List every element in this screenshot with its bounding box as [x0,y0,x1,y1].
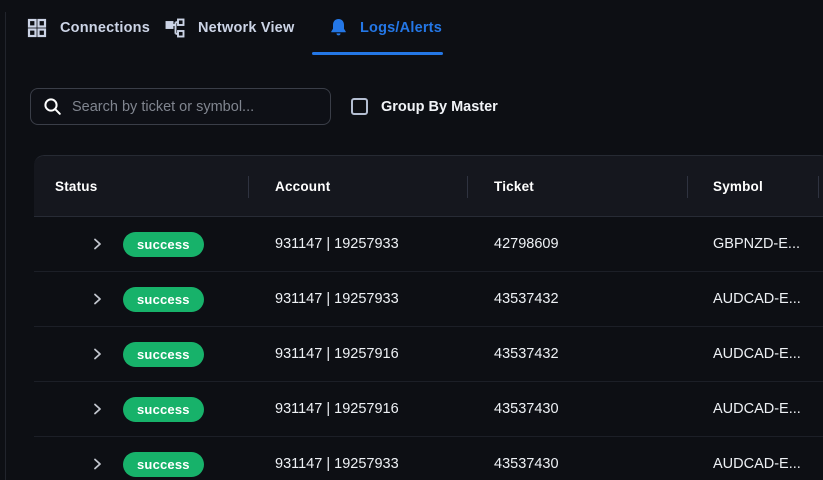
expand-row-chevron-icon[interactable] [90,402,104,416]
expand-row-chevron-icon[interactable] [90,237,104,251]
status-badge: success [123,451,204,477]
group-by-master-checkbox[interactable] [351,98,368,115]
tab-connections[interactable]: Connections [27,18,150,38]
ticket-cell: 43537430 [494,401,559,417]
account-cell: 931147 | 19257933 [275,456,399,472]
account-cell: 931147 | 19257916 [275,401,399,417]
status-badge: success [123,396,204,422]
table-row[interactable]: success 931147 | 19257933 43537432 AUDCA… [34,272,823,327]
column-header-symbol: Symbol [687,156,818,216]
table-row[interactable]: success 931147 | 19257933 42798609 GBPNZ… [34,217,823,272]
symbol-cell: AUDCAD-E... [713,346,801,362]
group-by-master-label: Group By Master [381,98,498,115]
tab-network-view[interactable]: Network View [165,18,294,38]
tab-connections-label: Connections [60,20,151,36]
column-header-ticket: Ticket [467,156,687,216]
status-badge: success [123,231,204,257]
bell-icon [330,18,347,37]
expand-row-chevron-icon[interactable] [90,292,104,306]
account-cell: 931147 | 19257933 [275,236,399,252]
table-row[interactable]: success 931147 | 19257933 43537430 AUDCA… [34,437,823,480]
symbol-cell: AUDCAD-E... [713,401,801,417]
active-tab-underline [312,52,443,55]
table-row[interactable]: success 931147 | 19257916 43537432 AUDCA… [34,327,823,382]
symbol-cell: GBPNZD-E... [713,236,801,252]
status-cell: success [34,382,248,436]
tab-logs-alerts[interactable]: Logs/Alerts [330,18,442,37]
account-cell: 931147 | 19257933 [275,291,399,307]
ticket-cell: 43537430 [494,456,559,472]
status-cell: success [34,437,248,480]
status-badge: success [123,341,204,367]
table-header: Status Account Ticket Symbol [34,155,823,217]
status-cell: success [34,217,248,271]
symbol-cell: AUDCAD-E... [713,291,801,307]
table-row[interactable]: success 931147 | 19257916 43537430 AUDCA… [34,382,823,437]
search-input[interactable] [72,98,318,115]
ticket-cell: 42798609 [494,236,559,252]
logs-table: Status Account Ticket Symbol success 931… [34,155,823,480]
expand-row-chevron-icon[interactable] [90,347,104,361]
search-box[interactable] [30,88,331,125]
column-header-overflow [818,156,823,216]
group-by-master-toggle[interactable]: Group By Master [351,98,498,115]
column-header-account: Account [248,156,467,216]
status-cell: success [34,327,248,381]
expand-row-chevron-icon[interactable] [90,457,104,471]
search-icon [43,97,62,116]
grid-icon [27,18,47,38]
status-badge: success [123,286,204,312]
table-body: success 931147 | 19257933 42798609 GBPNZ… [34,217,823,480]
account-cell: 931147 | 19257916 [275,346,399,362]
column-header-status: Status [55,178,98,194]
ticket-cell: 43537432 [494,346,559,362]
tab-network-view-label: Network View [198,20,295,36]
symbol-cell: AUDCAD-E... [713,456,801,472]
ticket-cell: 43537432 [494,291,559,307]
status-cell: success [34,272,248,326]
tab-logs-alerts-label: Logs/Alerts [360,19,442,36]
panel-edge-divider [5,12,6,480]
network-icon [165,18,185,38]
